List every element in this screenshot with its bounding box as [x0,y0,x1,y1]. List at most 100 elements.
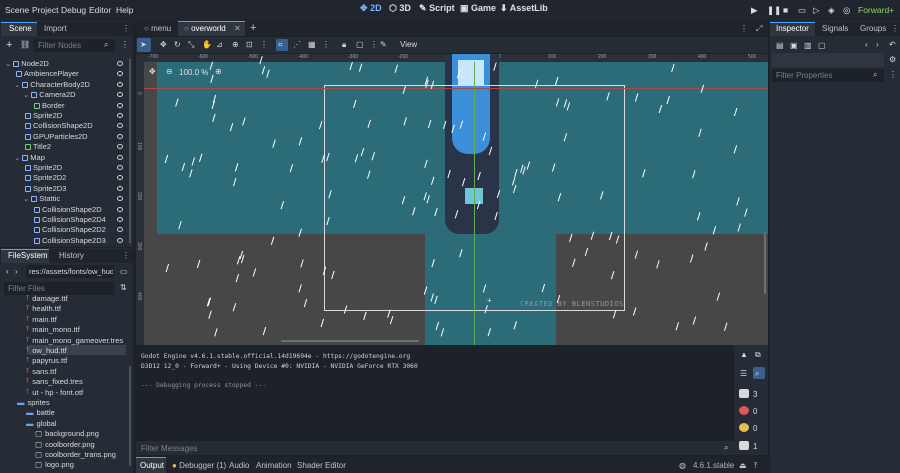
visibility-eye-icon[interactable] [117,175,123,181]
scene-node[interactable]: Sprite2D3 [23,184,66,193]
scale-tool-icon[interactable]: ⤡ [188,40,194,50]
save-resource-icon[interactable]: ▥ [804,41,812,50]
history-icon[interactable]: ⏏ [739,461,747,470]
move-tool-icon[interactable]: ✥ [160,40,167,49]
tab-filesystem[interactable]: FileSystem [8,251,48,260]
back-icon[interactable]: ‹ [6,267,9,276]
scrollbar[interactable] [129,59,131,243]
add-node-button[interactable]: + [6,39,12,51]
zoom-in-icon[interactable]: ⊕ [215,67,222,76]
tab-import[interactable]: Import [44,24,67,33]
new-resource-icon[interactable]: ▤ [776,41,784,50]
clear-output-icon[interactable]: ▲ [740,350,748,359]
dock-menu-icon[interactable]: ⋮ [891,24,899,33]
tabs-menu-icon[interactable]: ⋮ [740,24,748,33]
folder-item[interactable]: ▬ battle [26,408,55,417]
visibility-eye-icon[interactable] [117,144,123,150]
file-item[interactable]: ᵀ health.ttf [26,304,61,313]
scene-node[interactable]: Title2 [23,142,51,151]
scene-options-icon[interactable]: ⋮ [121,40,129,49]
workspace-assetlib-button[interactable]: ⬇ AssetLib [500,3,548,14]
movie-icon[interactable]: ◎ [843,5,850,16]
visibility-eye-icon[interactable] [117,123,123,129]
play-scene-icon[interactable]: ▷ [813,5,820,16]
pan-icon[interactable]: ✥ [149,67,156,76]
dock-menu-icon[interactable]: ⋮ [122,251,130,260]
v-scrollbar[interactable] [764,232,766,294]
pivot-tool-icon[interactable]: ⊕ [232,40,239,49]
scene-node[interactable]: ⌄ Node2D [5,59,49,68]
file-item[interactable]: ᵀ damage.ttf [26,294,68,303]
tab-audio[interactable]: Audio [229,461,249,470]
expand-arrow-icon[interactable]: ⌄ [23,90,29,99]
tab-shader-editor[interactable]: Shader Editor [297,461,346,470]
smart-snap-icon[interactable]: ⋮ [260,40,268,49]
filter-messages-input[interactable]: Filter Messages ⌕ [136,441,734,455]
back-icon[interactable]: ‹ [865,40,868,49]
tab-debugger[interactable]: ● Debugger (1) [172,461,226,470]
resource-menu-icon[interactable]: ▢ [818,41,826,50]
visibility-eye-icon[interactable] [117,154,123,160]
menu-scene[interactable]: Scene [5,5,29,15]
history-icon[interactable]: ↶ [889,40,896,49]
file-item[interactable]: ᵀ sans.ttf [26,367,56,376]
visibility-eye-icon[interactable] [117,113,123,118]
visibility-eye-icon[interactable] [117,206,123,212]
warnings-filter-icon[interactable] [739,423,749,432]
new-tab-button[interactable]: + [250,22,256,34]
file-item[interactable]: ᵀ main.ttf [26,315,57,324]
stop-icon[interactable]: ■ [783,5,788,15]
select-tool-icon[interactable]: ➤ [140,40,147,49]
list-select-icon[interactable]: ⊡ [246,40,253,49]
path-field[interactable]: res://assets/fonts/ow_hud. [26,265,114,278]
expand-arrow-icon[interactable]: ⌄ [14,153,20,162]
scene-node[interactable]: CollisionShape2D3 [32,236,106,245]
scene-node[interactable]: Sprite2D [23,163,62,172]
expand-arrow-icon[interactable]: ⌄ [14,80,20,89]
tab-menu[interactable]: ○ menu [144,24,171,33]
visibility-eye-icon[interactable] [117,92,123,98]
tab-inspector[interactable]: Inspector [776,24,809,33]
forward-icon[interactable]: › [876,40,879,49]
scene-node[interactable]: ⌄ Stattic [23,194,60,203]
scene-node[interactable]: CollisionShape2D [32,205,102,214]
file-item[interactable]: ᵀ main_mono_gameover.tres [26,336,123,345]
distraction-free-icon[interactable]: ⤢ [756,24,762,34]
menu-debug[interactable]: Debug [61,5,86,15]
visibility-eye-icon[interactable] [117,217,123,222]
file-item[interactable]: ᵀ main_mono.ttf [26,325,80,334]
menu-project[interactable]: Project [32,5,58,15]
file-item[interactable]: ᵀ papyrus.ttf [26,356,67,365]
file-item[interactable]: ᵀ ow_hud.ttf [26,346,67,355]
grid-snap-icon[interactable]: ⌗ [278,40,283,50]
play-custom-icon[interactable]: ◈ [828,5,835,16]
link-icon[interactable]: ⛓ [20,40,30,49]
filter-nodes-input[interactable]: Filter Nodes ⌕ [33,39,115,52]
scene-node[interactable]: Border [32,101,65,110]
expand-arrow-icon[interactable]: ⌄ [23,194,29,203]
file-item[interactable]: ▢ background.png [35,429,99,438]
scene-node[interactable]: Sprite2D2 [23,173,66,182]
play-icon[interactable]: ▶ [751,5,758,16]
folder-item[interactable]: ▬ global [26,419,57,428]
search-toggle-icon[interactable]: ⌕ [755,369,759,379]
filter-properties-input[interactable]: Filter Properties ⌕ [772,69,884,82]
visibility-eye-icon[interactable] [117,165,123,170]
view-menu[interactable]: View [400,40,417,49]
snap-menu-icon[interactable]: ⋮ [322,40,330,49]
viewport-2d[interactable]: -700-600-500-400-300-200-100010020030040… [136,54,768,345]
scene-node[interactable]: ⌄ CharacterBody2D [14,80,90,89]
sort-icon[interactable]: ⇅ [120,283,127,292]
dock-menu-icon[interactable]: ⋮ [122,24,130,33]
rotate-tool-icon[interactable]: ↻ [174,40,181,49]
scene-node[interactable]: AmbiencePlayer [14,69,79,78]
pan-tool-icon[interactable]: ✋ [202,40,212,49]
tab-history[interactable]: History [59,251,84,260]
snap-options-icon[interactable]: ⋰ [293,40,301,49]
visibility-eye-icon[interactable] [117,196,123,202]
h-scrollbar[interactable] [281,340,419,342]
forward-icon[interactable]: › [15,267,18,276]
menu-help[interactable]: Help [116,5,133,15]
workspace-game-button[interactable]: ▣ Game [460,3,496,14]
scrollbar[interactable] [129,366,131,466]
